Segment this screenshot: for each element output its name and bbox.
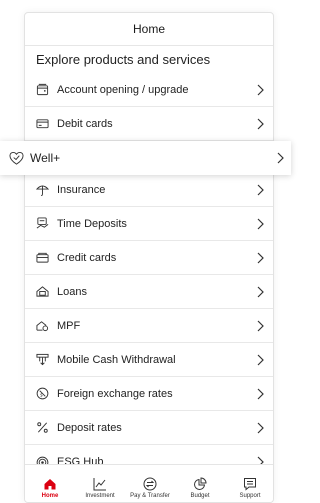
credit-card-icon [35,251,49,265]
list-item-label: Mobile Cash Withdrawal [57,353,176,366]
list-item-label: MPF [57,319,81,332]
list-item-foreign-exchange-rates[interactable]: $ Foreign exchange rates [25,377,273,411]
list-item-insurance[interactable]: Insurance [25,173,273,207]
chevron-right-icon [255,184,265,196]
list-item-account-opening[interactable]: Account opening / upgrade [25,73,273,107]
tab-budget[interactable]: Budget [175,465,225,502]
chevron-right-icon [255,286,265,298]
chevron-right-icon [255,320,265,332]
chevron-right-icon [255,354,265,366]
list-item-label: Foreign exchange rates [57,387,173,400]
list-item-label: Well+ [30,151,61,165]
home-icon [43,477,57,493]
chevron-right-icon [255,84,265,96]
tab-support[interactable]: Support [225,465,273,502]
currency-exchange-icon: $ [35,387,49,401]
header: Home [25,13,273,46]
chevron-right-icon [255,422,265,434]
percent-icon [35,421,49,435]
list-item-debit-cards[interactable]: Debit cards [25,107,273,141]
house-coin-icon [35,319,49,333]
chevron-right-icon [275,152,285,164]
tab-label: Support [239,493,261,499]
list-item-label: Account opening / upgrade [57,83,189,96]
chevron-right-icon [255,218,265,230]
budget-icon [193,477,207,493]
list-item-well-plus[interactable]: Well+ [0,141,291,175]
tab-investment[interactable]: Investment [75,465,125,502]
section-title: Explore products and services [36,51,211,67]
list-item-deposit-rates[interactable]: Deposit rates [25,411,273,445]
list-item-mobile-cash-withdrawal[interactable]: Mobile Cash Withdrawal [25,343,273,377]
chevron-right-icon [255,252,265,264]
list-item-label: Debit cards [57,117,113,130]
products-panel: Home Explore products and services Accou… [24,12,274,503]
list-item-label: Loans [57,285,87,298]
svg-text:$: $ [39,392,42,398]
tab-label: Budget [190,493,210,499]
tab-label: Investment [85,493,115,499]
umbrella-icon [35,183,49,197]
page-title: Home [132,22,165,36]
loan-icon [35,285,49,299]
heart-check-icon [8,150,24,166]
list-item-mpf[interactable]: MPF [25,309,273,343]
transfer-icon [143,477,157,493]
tab-home[interactable]: Home [25,465,75,502]
chevron-right-icon [255,388,265,400]
list-item-label: Deposit rates [57,421,122,434]
list-item-loans[interactable]: Loans [25,275,273,309]
list-item-credit-cards[interactable]: Credit cards [25,241,273,275]
card-icon [35,117,49,131]
atm-icon [35,353,49,367]
bottom-tab-bar: Home Investment Pay & Transfer Budget Su… [25,464,273,502]
chat-icon [243,477,257,493]
list-item-label: Credit cards [57,251,117,264]
list-item-label: Time Deposits [57,217,127,230]
tab-pay-transfer[interactable]: Pay & Transfer [125,465,175,502]
list-item-label: Insurance [57,183,106,196]
tab-label: Home [41,493,59,499]
tab-label: Pay & Transfer [130,493,170,499]
time-deposit-icon [35,217,49,231]
wallet-icon [35,83,49,97]
chevron-right-icon [255,118,265,130]
chart-line-icon [93,477,107,493]
list-item-time-deposits[interactable]: Time Deposits [25,207,273,241]
